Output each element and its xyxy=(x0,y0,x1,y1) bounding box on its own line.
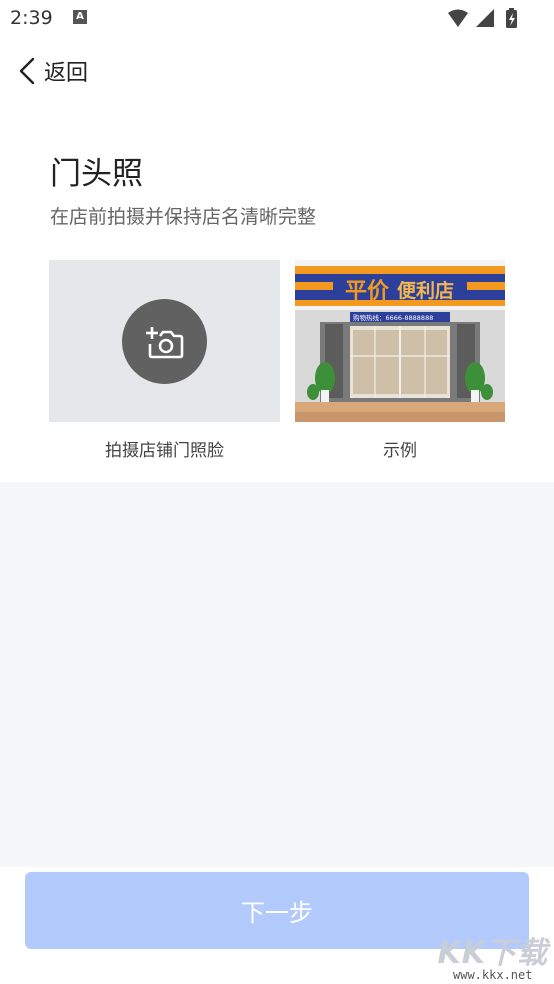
section-description: 在店前拍摄并保持店名清晰完整 xyxy=(50,206,317,228)
status-icons xyxy=(446,7,532,35)
phone-banner-text: 购物热线：6666-8888888 xyxy=(353,313,433,322)
status-time: 2:39 xyxy=(10,7,53,29)
add-camera-icon xyxy=(145,326,183,358)
watermark-url: www.kkx.net xyxy=(453,968,533,982)
watermark: KK下载 www.kkx.net xyxy=(438,928,549,982)
example-storefront-image: 平价 便利店 购物热线：6666-8888888 xyxy=(295,260,505,422)
chevron-left-icon xyxy=(19,57,35,85)
notification-icon: A xyxy=(73,10,87,24)
section-title: 门头照 xyxy=(50,156,143,192)
sign-main-text: 平价 xyxy=(345,279,390,304)
battery-icon xyxy=(506,8,517,28)
status-bar: 2:39 A xyxy=(0,0,554,38)
back-label: 返回 xyxy=(44,61,89,86)
wifi-icon xyxy=(448,9,468,27)
take-photo-button[interactable] xyxy=(122,299,207,384)
back-button[interactable]: 返回 xyxy=(18,54,88,88)
upload-label: 拍摄店铺门照脸 xyxy=(105,441,224,461)
example-label: 示例 xyxy=(383,441,417,461)
photo-upload-box[interactable] xyxy=(49,260,280,422)
signal-icon xyxy=(476,9,494,27)
watermark-main: KK下载 xyxy=(437,936,548,971)
sign-accent-text: 便利店 xyxy=(397,279,454,302)
